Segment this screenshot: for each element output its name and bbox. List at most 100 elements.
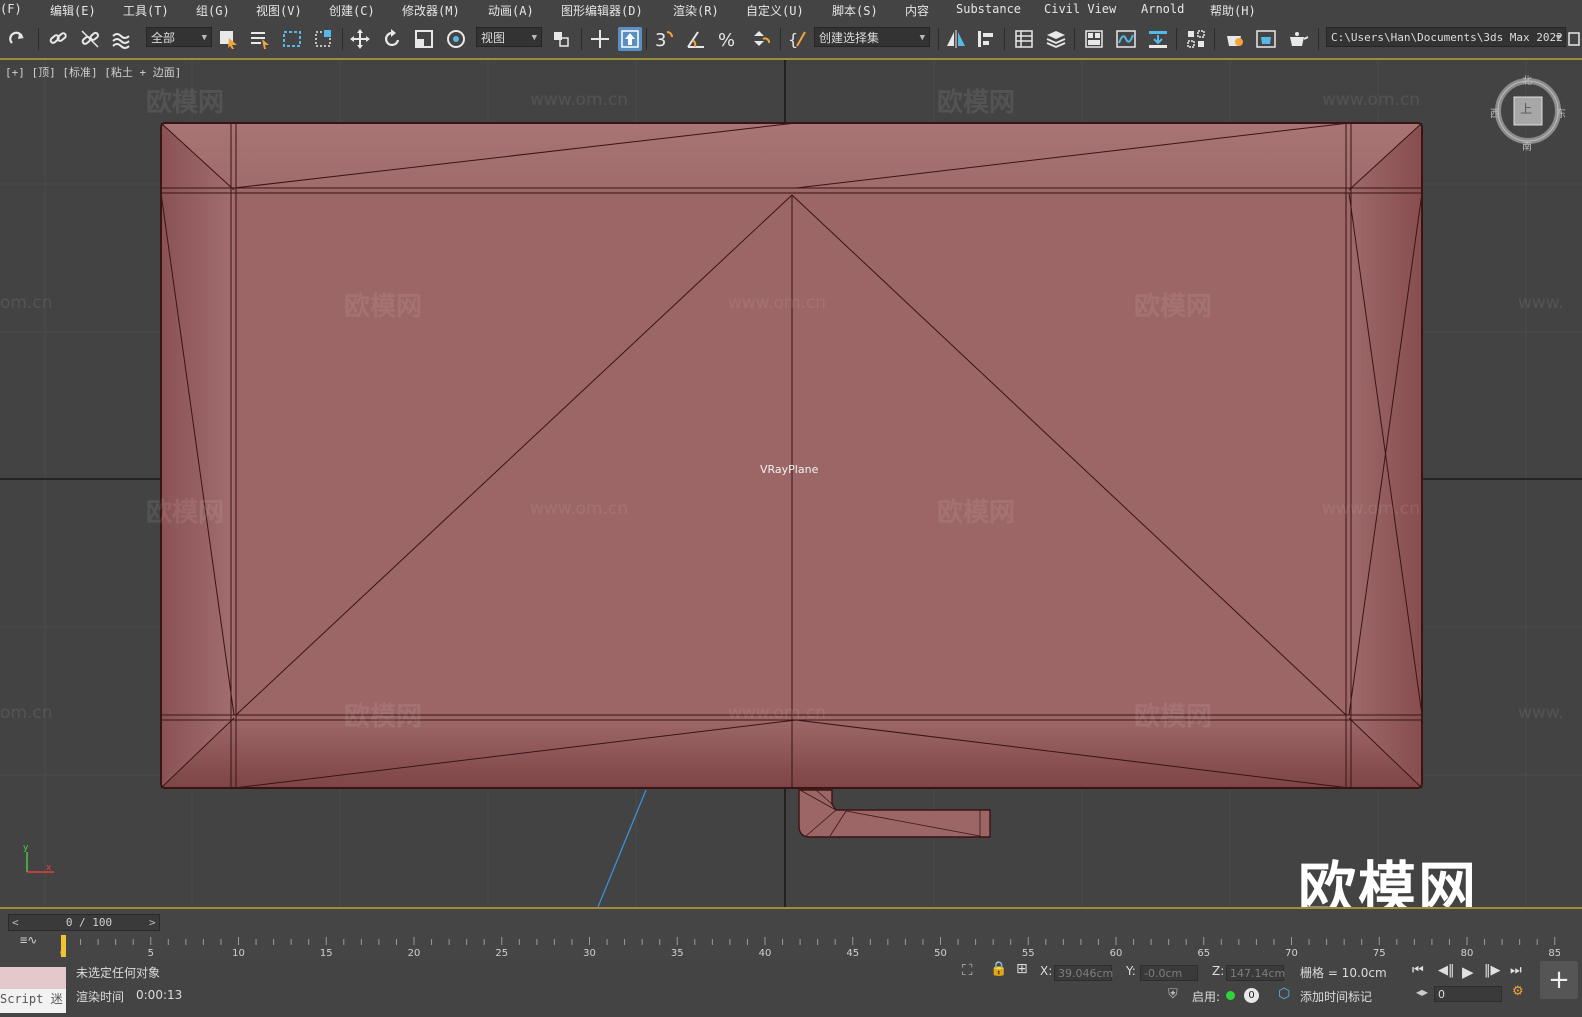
- x-coord-field[interactable]: 39.046cm: [1054, 965, 1113, 981]
- timeline-tick-label: 10: [232, 948, 245, 959]
- select-object-icon[interactable]: [216, 27, 240, 51]
- menu-views[interactable]: 视图(V): [256, 2, 302, 19]
- top-viewport[interactable]: [+] [顶] [标准] [粘土 + 边面] y x 上 北 南 东 西 VRa…: [0, 60, 1582, 907]
- redo-icon[interactable]: [6, 27, 30, 51]
- watermark: 欧模网: [937, 88, 1016, 118]
- absolute-mode-icon[interactable]: ⊞: [1016, 961, 1028, 977]
- menu-bar: (F) 编辑(E) 工具(T) 组(G) 视图(V) 创建(C) 修改器(M) …: [0, 0, 1582, 20]
- timeline-ruler[interactable]: 0510152025303540455055606570758085: [60, 935, 1560, 959]
- go-to-start-icon[interactable]: ⏮: [1412, 963, 1424, 978]
- keyboard-shortcut-override-icon[interactable]: [618, 27, 642, 51]
- watermark: om.cn: [0, 293, 53, 313]
- play-icon[interactable]: ▶: [1462, 963, 1474, 981]
- key-mode-toggle-icon[interactable]: ◂▸: [1416, 985, 1428, 999]
- previous-frame-icon[interactable]: ◀‖: [1438, 963, 1455, 978]
- named-selection-value: 创建选择集: [819, 31, 880, 45]
- time-tag-icon[interactable]: ⬡: [1278, 986, 1290, 1002]
- z-coord-field[interactable]: 147.14cm: [1226, 965, 1285, 981]
- rendered-frame-window-icon[interactable]: [1254, 27, 1278, 51]
- project-folder-icon[interactable]: [1568, 27, 1580, 51]
- time-slider[interactable]: < 0 / 100 >: [8, 914, 160, 931]
- watermark: 欧模网: [1134, 292, 1213, 322]
- rotate-icon[interactable]: [380, 27, 404, 51]
- viewcube-west-label: 西: [1490, 109, 1500, 120]
- reference-coord-dropdown[interactable]: 视图 ▼: [476, 27, 542, 47]
- spinner-snap-icon[interactable]: [748, 27, 772, 51]
- rectangular-selection-icon[interactable]: [280, 27, 304, 51]
- maxscript-input[interactable]: Script 迷: [0, 989, 66, 1013]
- angle-snap-icon[interactable]: [684, 27, 708, 51]
- scene-explorer-icon[interactable]: [1012, 27, 1036, 51]
- link-icon[interactable]: [46, 27, 70, 51]
- curve-editor-toggle-icon[interactable]: ≡∿: [20, 933, 37, 947]
- menu-help[interactable]: 帮助(H): [1210, 2, 1256, 19]
- menu-modifiers[interactable]: 修改器(M): [402, 2, 460, 19]
- watermark: www.: [1518, 293, 1564, 313]
- next-frame-icon[interactable]: ‖▶: [1484, 963, 1501, 978]
- menu-tools[interactable]: 工具(T): [123, 2, 169, 19]
- menu-create[interactable]: 创建(C): [329, 2, 375, 19]
- axis-gizmo: y x: [23, 843, 54, 873]
- menu-civil-view[interactable]: Civil View: [1044, 2, 1116, 16]
- pivot-center-icon[interactable]: [550, 27, 574, 51]
- material-editor-icon[interactable]: [1184, 27, 1208, 51]
- menu-graph-editors[interactable]: 图形编辑器(D): [561, 2, 643, 19]
- select-by-name-icon[interactable]: [248, 27, 272, 51]
- menu-edit[interactable]: 编辑(E): [50, 2, 96, 19]
- current-frame-field[interactable]: 0: [1434, 986, 1502, 1002]
- mirror-icon[interactable]: [944, 27, 968, 51]
- zoom-extents-icon[interactable]: +: [1540, 961, 1578, 999]
- named-selection-dropdown[interactable]: 创建选择集 ▼: [814, 27, 930, 47]
- align-icon[interactable]: [974, 27, 998, 51]
- select-manipulate-icon[interactable]: [588, 27, 612, 51]
- ribbon-toggle-icon[interactable]: [1082, 27, 1106, 51]
- layer-explorer-icon[interactable]: [1044, 27, 1068, 51]
- chevron-right-icon[interactable]: >: [149, 915, 156, 930]
- y-coord-field[interactable]: -0.0cm: [1140, 965, 1198, 981]
- handle-object: [798, 789, 991, 838]
- go-to-end-icon[interactable]: ⏭: [1510, 963, 1522, 978]
- menu-group[interactable]: 组(G): [196, 2, 230, 19]
- window-crossing-icon[interactable]: [312, 27, 336, 51]
- snaps-toggle-icon[interactable]: 3: [652, 27, 676, 51]
- percent-snap-icon[interactable]: %: [716, 27, 740, 51]
- maxscript-mini-listener[interactable]: Script 迷: [0, 967, 66, 1015]
- menu-arnold[interactable]: Arnold: [1141, 2, 1184, 16]
- menu-customize[interactable]: 自定义(U): [746, 2, 804, 19]
- menu-content[interactable]: 内容: [905, 2, 929, 19]
- time-slider-bar: < 0 / 100 > ≡∿ 0510152025303540455055606…: [0, 907, 1582, 961]
- timeline-tick-label: 65: [1197, 948, 1210, 959]
- menu-rendering[interactable]: 渲染(R): [673, 2, 719, 19]
- curve-editor-icon[interactable]: [1114, 27, 1138, 51]
- chevron-left-icon[interactable]: <: [12, 915, 19, 930]
- lock-icon[interactable]: 🔒: [990, 961, 1007, 977]
- render-production-icon[interactable]: [1286, 27, 1310, 51]
- unlink-icon[interactable]: [78, 27, 102, 51]
- scale-icon[interactable]: [412, 27, 436, 51]
- enabled-count-badge[interactable]: 0: [1244, 988, 1259, 1003]
- project-path-dropdown[interactable]: C:\Users\Han\Documents\3ds Max 2022 ▼: [1326, 27, 1566, 47]
- edit-named-selection-icon[interactable]: {: [786, 27, 810, 51]
- chevron-down-icon: ▼: [919, 33, 925, 43]
- menu-animation[interactable]: 动画(A): [488, 2, 534, 19]
- menu-substance[interactable]: Substance: [956, 2, 1021, 16]
- menu-file[interactable]: (F): [0, 2, 22, 16]
- add-time-tag-button[interactable]: 添加时间标记: [1300, 988, 1372, 1005]
- maxscript-output[interactable]: [0, 967, 66, 989]
- placement-icon[interactable]: [444, 27, 468, 51]
- adaptive-degradation-icon[interactable]: ⛨: [1168, 987, 1178, 1002]
- viewport-label-menu[interactable]: [+] [顶] [标准] [粘土 + 边面]: [5, 64, 181, 80]
- time-configuration-icon[interactable]: ⚙: [1512, 984, 1524, 999]
- timeline-tick-label: 20: [408, 948, 421, 959]
- isolate-selection-icon[interactable]: ⛶: [962, 961, 973, 979]
- selection-filter-dropdown[interactable]: 全部 ▼: [146, 27, 212, 47]
- move-icon[interactable]: [348, 27, 372, 51]
- render-setup-icon[interactable]: [1222, 27, 1246, 51]
- schematic-view-icon[interactable]: [1146, 27, 1170, 51]
- menu-scripting[interactable]: 脚本(S): [832, 2, 878, 19]
- viewcube-face-label[interactable]: 上: [1520, 100, 1532, 117]
- selection-status: 未选定任何对象: [76, 966, 161, 980]
- bind-space-warp-icon[interactable]: [110, 27, 134, 51]
- chevron-down-icon: ▼: [1555, 33, 1561, 43]
- watermark: 欧模网: [146, 88, 225, 118]
